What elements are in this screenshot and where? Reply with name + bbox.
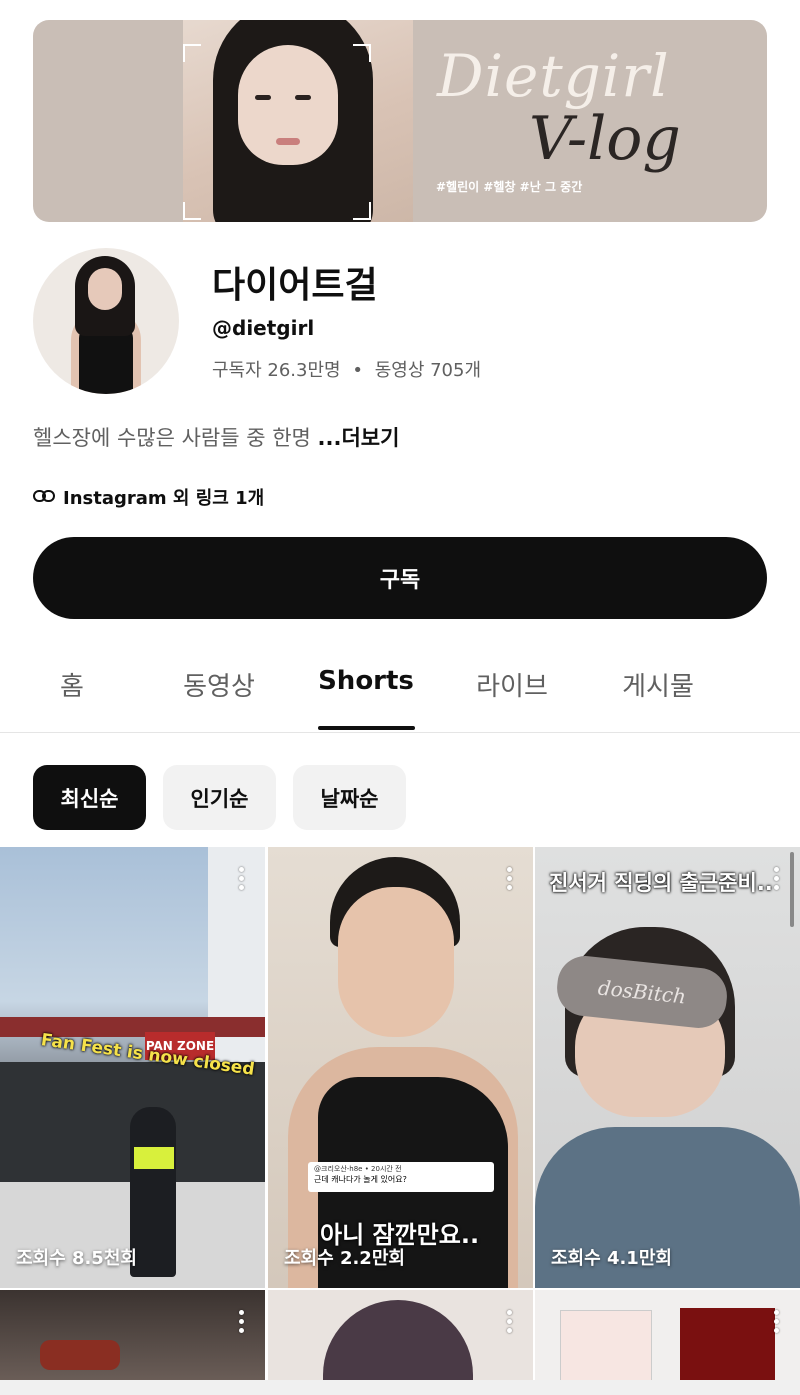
- more-vert-icon[interactable]: [239, 867, 245, 890]
- channel-links[interactable]: Instagram 외 링크 1개: [33, 484, 264, 510]
- stats-separator: •: [352, 360, 363, 381]
- links-label: Instagram 외 링크 1개: [63, 488, 265, 509]
- filter-latest[interactable]: 최신순: [33, 765, 146, 830]
- bottom-nav-bar: [0, 1380, 800, 1395]
- comment-user: @크리오산-h8e • 20시간 전: [314, 1165, 402, 1173]
- tab-posts[interactable]: 게시물: [622, 666, 694, 703]
- short-thumb-shape: [40, 1340, 120, 1370]
- avatar[interactable]: [33, 248, 179, 394]
- filter-popular[interactable]: 인기순: [163, 765, 276, 830]
- short-item[interactable]: [268, 1290, 533, 1380]
- filter-date[interactable]: 날짜순: [293, 765, 406, 830]
- channel-tabs: 홈 동영상 Shorts 라이브 게시물: [0, 650, 800, 733]
- comment-text: 근데 캐나다가 놀게 있어요?: [314, 1175, 407, 1184]
- tab-live[interactable]: 라이브: [476, 666, 548, 703]
- channel-banner: Dietgirl V-log #헬린이 #헬창 #난 그 중간: [33, 20, 767, 222]
- short-views: 조회수 2.2만회: [284, 1248, 405, 1269]
- short-item[interactable]: [535, 1290, 800, 1380]
- scrollbar[interactable]: [790, 852, 794, 927]
- tab-home[interactable]: 홈: [60, 666, 84, 703]
- short-item[interactable]: @크리오산-h8e • 20시간 전 근데 캐나다가 놀게 있어요? 아니 잠깐…: [268, 847, 533, 1288]
- link-icon: [33, 487, 55, 508]
- channel-description[interactable]: 헬스장에 수많은 사람들 중 한명 ...더보기: [33, 422, 399, 452]
- banner-title-2: V-log: [529, 104, 681, 174]
- tab-videos[interactable]: 동영상: [183, 666, 255, 703]
- active-tab-indicator: [318, 726, 415, 730]
- more-vert-icon[interactable]: [774, 1310, 780, 1333]
- short-views: 조회수 4.1만회: [551, 1248, 672, 1269]
- more-vert-icon[interactable]: [507, 867, 513, 890]
- tab-shorts[interactable]: Shorts: [318, 666, 414, 696]
- short-hair: [323, 1300, 473, 1380]
- short-face: [338, 887, 454, 1037]
- roses-photo: [680, 1308, 775, 1380]
- description-text: 헬스장에 수많은 사람들 중 한명: [33, 426, 318, 450]
- comment-card: @크리오산-h8e • 20시간 전 근데 캐나다가 놀게 있어요?: [308, 1162, 494, 1192]
- banner-frame: [183, 44, 371, 220]
- more-link[interactable]: ...더보기: [318, 426, 400, 450]
- channel-name: 다이어트걸: [212, 265, 378, 306]
- short-views: 조회수 8.5천회: [16, 1248, 137, 1269]
- police-vest: [134, 1147, 174, 1169]
- more-vert-icon[interactable]: [239, 1310, 245, 1333]
- short-item[interactable]: PAN ZONE Fan Fest is now closed 조회수 8.5천…: [0, 847, 265, 1288]
- subscriber-count: 구독자 26.3만명: [212, 360, 341, 381]
- more-vert-icon[interactable]: [774, 867, 780, 890]
- short-overlay-text: 진서거 직딩의 출근준비..: [549, 871, 773, 895]
- subscribe-button[interactable]: 구독: [33, 537, 767, 619]
- channel-stats: 구독자 26.3만명 • 동영상 705개: [212, 356, 481, 382]
- more-vert-icon[interactable]: [507, 1310, 513, 1333]
- short-item[interactable]: [0, 1290, 265, 1380]
- product-box: [560, 1310, 652, 1380]
- short-item[interactable]: dosBitch 진서거 직딩의 출근준비.. 조회수 4.1만회: [535, 847, 800, 1288]
- banner-hashtags: #헬린이 #헬창 #난 그 중간: [436, 180, 583, 194]
- short-fence-top: [0, 1017, 265, 1037]
- banner-title-1: Dietgirl: [437, 42, 670, 110]
- channel-handle: @dietgirl: [212, 316, 315, 340]
- video-count: 동영상 705개: [374, 360, 482, 381]
